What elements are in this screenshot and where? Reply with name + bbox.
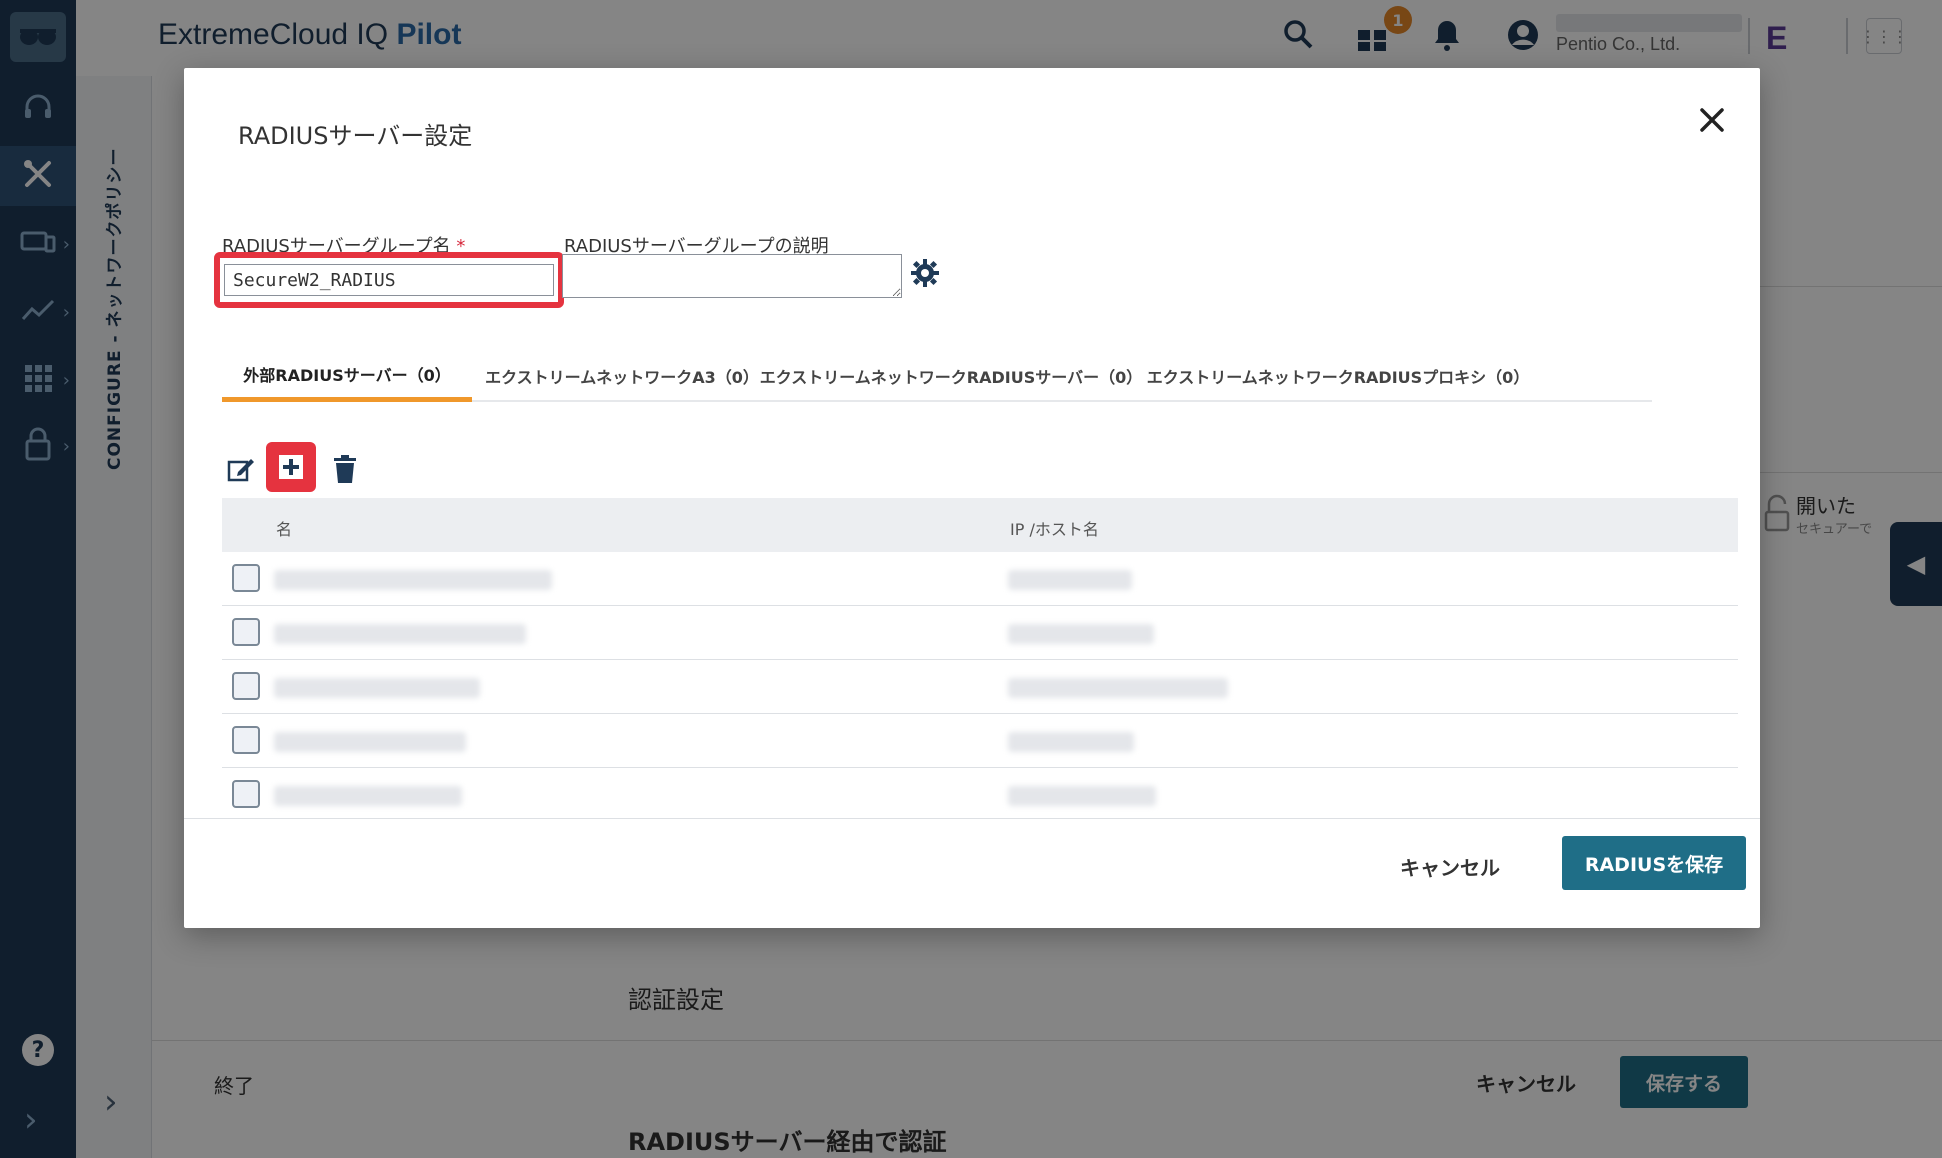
table-row[interactable]	[222, 552, 1738, 606]
tab-external-radius[interactable]: 外部RADIUSサーバー（0）	[222, 350, 472, 402]
row-checkbox[interactable]	[232, 780, 260, 808]
table-row[interactable]	[222, 768, 1738, 818]
save-radius-button[interactable]: RADIUSを保存	[1562, 836, 1746, 890]
close-icon[interactable]	[1692, 100, 1732, 140]
table-row[interactable]	[222, 660, 1738, 714]
server-type-tabs: 外部RADIUSサーバー（0） エクストリームネットワークA3（0） エクストリ…	[222, 350, 1652, 402]
table-row[interactable]	[222, 714, 1738, 768]
redacted-ip	[1008, 678, 1228, 698]
required-mark: *	[456, 236, 466, 257]
trash-icon[interactable]	[322, 446, 368, 492]
description-input[interactable]	[562, 254, 902, 298]
redacted-ip	[1008, 786, 1156, 806]
dialog-title: RADIUSサーバー設定	[238, 122, 473, 150]
group-name-label: RADIUSサーバーグループ名 *	[222, 236, 466, 257]
radius-server-table: 名 IP /ホスト名	[222, 498, 1738, 818]
redacted-name	[274, 570, 552, 590]
tab-extreme-a3[interactable]: エクストリームネットワークA3（0）	[485, 350, 759, 402]
tab-extreme-radius-proxy[interactable]: エクストリームネットワークRADIUSプロキシ（0）	[1147, 350, 1530, 402]
row-checkbox[interactable]	[232, 672, 260, 700]
cancel-button[interactable]: キャンセル	[1400, 852, 1500, 881]
redacted-ip	[1008, 570, 1132, 590]
add-icon[interactable]	[266, 442, 316, 492]
redacted-name	[274, 624, 526, 644]
tab-extreme-radius-server[interactable]: エクストリームネットワークRADIUSサーバー（0）	[760, 350, 1142, 402]
table-header: 名 IP /ホスト名	[222, 498, 1738, 552]
divider	[184, 818, 1760, 819]
redacted-ip	[1008, 624, 1154, 644]
row-checkbox[interactable]	[232, 564, 260, 592]
redacted-name	[274, 786, 462, 806]
row-checkbox[interactable]	[232, 726, 260, 754]
redacted-name	[274, 732, 466, 752]
table-row[interactable]	[222, 606, 1738, 660]
column-header-name[interactable]: 名	[276, 516, 292, 540]
column-header-ip-host[interactable]: IP /ホスト名	[1010, 516, 1099, 540]
gear-icon[interactable]	[910, 258, 940, 292]
group-name-input[interactable]	[224, 264, 554, 296]
edit-icon[interactable]	[218, 446, 264, 492]
redacted-ip	[1008, 732, 1134, 752]
redacted-name	[274, 678, 480, 698]
row-checkbox[interactable]	[232, 618, 260, 646]
radius-settings-dialog: RADIUSサーバー設定 RADIUSサーバーグループ名 * RADIUSサーバ…	[184, 68, 1760, 928]
